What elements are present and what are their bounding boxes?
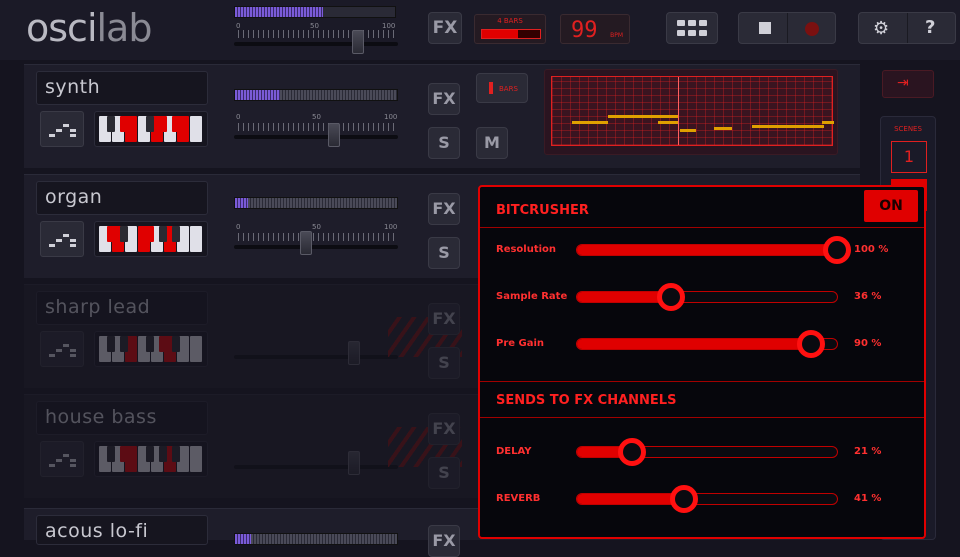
app-logo: oscilab [26,6,152,50]
solo-button[interactable]: S [428,237,460,269]
keyboard-selector[interactable] [94,331,208,367]
track-fx-button[interactable]: FX [428,193,460,225]
pre-gain-value: 90 % [854,338,882,349]
master-level-meter [234,6,396,18]
resolution-label: Resolution [496,244,557,255]
track-name[interactable]: synth [36,71,208,105]
track-name[interactable]: sharp lead [36,291,208,325]
note [608,115,678,118]
track-volume-slider[interactable] [234,465,398,469]
track-volume-thumb[interactable] [328,123,340,147]
keyboard-selector[interactable] [94,441,208,477]
track-fx-button[interactable]: FX [428,303,460,335]
transport-controls [738,12,836,44]
keyboard-selector[interactable] [94,111,208,147]
master-tick-100: 100 [382,22,396,30]
reverb-send-knob[interactable] [669,485,698,513]
track-volume-slider[interactable] [234,245,398,249]
resolution-value: 100 % [854,244,889,255]
loop-progress-bar [481,29,541,39]
sends-title: SENDS TO FX CHANNELS [496,393,677,408]
resolution-knob[interactable] [823,236,851,264]
bitcrusher-on-button[interactable]: ON [864,190,918,222]
bitcrusher-panel: BITCRUSHER ON Resolution 100 % Sample Ra… [478,185,926,539]
note [752,125,824,128]
solo-button[interactable]: S [428,457,460,489]
pre-gain-label: Pre Gain [496,338,545,349]
delay-send-slider[interactable] [576,438,838,466]
delay-send-knob[interactable] [617,438,646,466]
bars-icon [489,82,493,94]
sample-rate-slider[interactable] [576,283,838,311]
solo-button[interactable]: S [428,127,460,159]
utility-buttons: ⚙ ? [858,12,956,44]
bars-label: 4 BARS [497,17,523,25]
track-volume-thumb[interactable] [300,231,312,255]
playhead [678,77,679,145]
delay-label: DELAY [496,446,532,457]
output-arrow-icon: ⇥ [897,75,909,91]
pre-gain-slider[interactable] [576,330,838,358]
pattern-editor[interactable] [544,69,838,155]
top-bar: oscilab 0 50 100 FX 4 BARS 99 BPM ⚙ ? [0,0,960,60]
gear-icon[interactable]: ⚙ [873,18,889,39]
master-volume-thumb[interactable] [352,30,364,54]
sample-rate-value: 36 % [854,291,882,302]
note [572,121,608,124]
track-name[interactable]: house bass [36,401,208,435]
arpeggiator-button[interactable] [40,441,84,477]
track-volume-thumb[interactable] [348,451,360,475]
note [714,127,732,130]
master-fx-button[interactable]: FX [428,12,462,44]
note [822,121,834,124]
reverb-label: REVERB [496,493,541,504]
arpeggiator-button[interactable] [40,111,84,147]
tempo-display[interactable]: 99 BPM [560,14,630,44]
track-level-meter [234,89,398,101]
bpm-value: 99 [571,18,598,43]
track-name[interactable]: organ [36,181,208,215]
track-volume-slider[interactable] [234,135,398,139]
scene-1-button[interactable]: 1 [891,141,927,173]
pre-gain-knob[interactable] [797,330,825,358]
arpeggiator-button[interactable] [40,331,84,367]
track-volume-slider[interactable] [234,355,398,359]
scenes-label: SCENES [894,125,922,133]
resolution-slider[interactable] [576,236,851,264]
reverb-send-slider[interactable] [576,485,838,513]
master-volume-slider[interactable] [234,42,398,46]
track-volume-thumb[interactable] [348,341,360,365]
reverb-value: 41 % [854,493,882,504]
help-icon[interactable]: ? [925,17,935,38]
delay-value: 21 % [854,446,882,457]
loop-length-display[interactable]: 4 BARS [474,14,546,44]
bitcrusher-title: BITCRUSHER [496,203,589,218]
track-bars-button[interactable]: BARS [476,73,528,103]
note [658,121,678,124]
track-fx-button[interactable]: FX [428,83,460,115]
stop-icon[interactable] [759,22,771,34]
sample-rate-label: Sample Rate [496,291,568,302]
arpeggiator-button[interactable] [40,221,84,257]
grid-view-button[interactable] [666,12,718,44]
solo-button[interactable]: S [428,347,460,379]
track-synth: synth 0 50 100 FX S M BARS [24,64,860,168]
bpm-unit: BPM [610,32,623,39]
sample-rate-knob[interactable] [656,283,685,311]
track-name[interactable]: acous lo-fi [36,515,208,545]
output-button[interactable]: ⇥ [882,70,934,98]
track-fx-button[interactable]: FX [428,525,460,557]
keyboard-selector[interactable] [94,221,208,257]
mute-button[interactable]: M [476,127,508,159]
track-level-meter [234,197,398,209]
master-tick-0: 0 [236,22,241,30]
track-fx-button[interactable]: FX [428,413,460,445]
master-tick-50: 50 [310,22,319,30]
track-level-meter [234,533,398,545]
record-icon[interactable] [805,22,819,36]
note [680,129,696,132]
